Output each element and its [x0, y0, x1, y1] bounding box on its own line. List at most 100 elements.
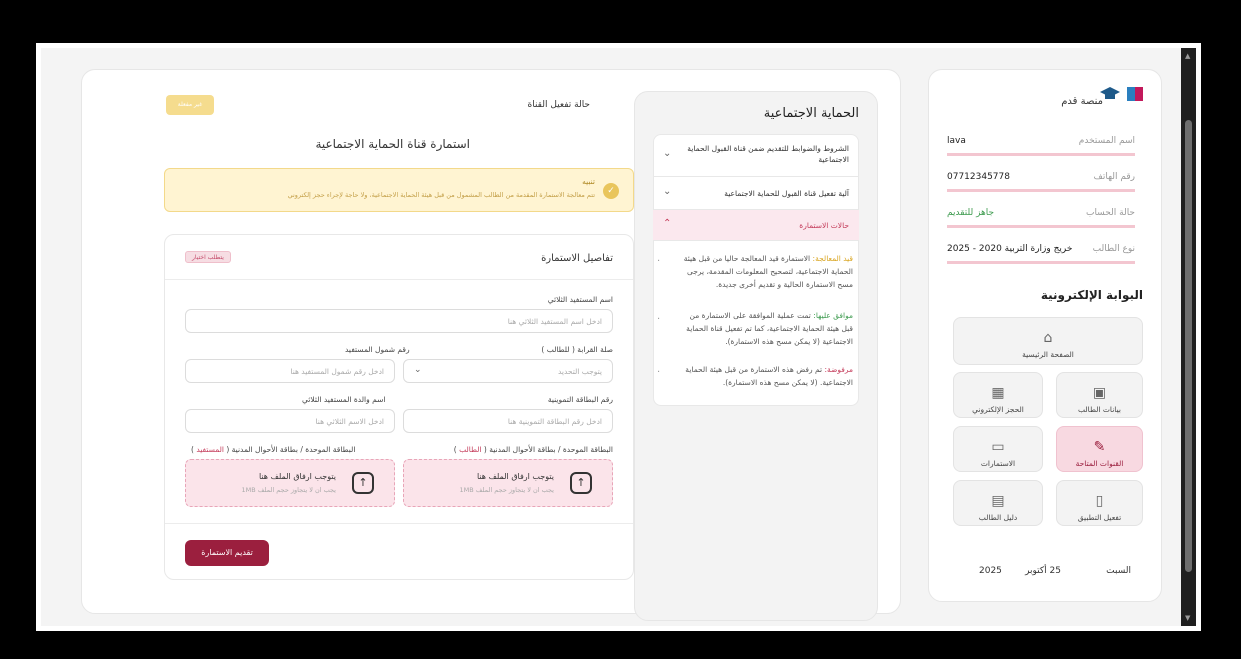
- tile-e-booking[interactable]: ▦ الحجز الإلكتروني: [953, 372, 1043, 418]
- sidebar: منصة قدم اسم المستخدم lava رقم الهاتف 07…: [928, 69, 1162, 602]
- book-icon: [1127, 87, 1143, 101]
- logo-text: منصة قدم: [1061, 96, 1103, 107]
- forms-icon: ▭: [991, 439, 1005, 455]
- chevron-down-icon: ⌄: [663, 186, 672, 197]
- upload-icon: ↑: [570, 472, 592, 494]
- status-desc-approved: موافق عليها: تمت عملية الموافقة على الاس…: [686, 311, 853, 346]
- scroll-down-icon[interactable]: ▼: [1185, 614, 1190, 622]
- bullet: ·: [657, 367, 661, 378]
- bullet: ·: [657, 256, 661, 267]
- details-title: تفاصيل الاستمارة: [541, 253, 613, 264]
- warning-message: تتم معالجة الاستمارة المقدمة من الطالب ا…: [287, 191, 595, 199]
- tile-label: بيانات الطالب: [1078, 405, 1121, 414]
- upload-subtitle: يجب ان لا يتجاوز حجم الملف 1MB: [241, 486, 336, 494]
- placeholder: ادخل اسم المستفيد الثلاثي هنا: [507, 317, 602, 326]
- divider: [165, 279, 633, 280]
- warning-alert: ✓ تنبيه تتم معالجة الاستمارة المقدمة من …: [164, 168, 634, 212]
- tile-activate-app[interactable]: ▯ تفعيل التطبيق: [1056, 480, 1143, 526]
- tile-channels[interactable]: ✎ القنوات المتاحة: [1056, 426, 1143, 472]
- phone-icon: ▯: [1095, 493, 1104, 509]
- upload-subtitle: يجب ان لا يتجاوز حجم الملف 1MB: [459, 486, 554, 494]
- form-details: تفاصيل الاستمارة يتطلب اختيار اسم المستف…: [164, 234, 634, 580]
- accordion-label: الشروط والضوابط للتقديم ضمن قناة القبول …: [687, 144, 849, 164]
- mother-name-input[interactable]: ادخل الاسم الثلاثي هنا: [185, 409, 395, 433]
- tile-label: الصفحة الرئيسية: [1022, 350, 1074, 359]
- placeholder: ادخل رقم شمول المستفيد هنا: [290, 367, 384, 376]
- student-icon: ▣: [1092, 385, 1107, 401]
- check-circle-icon: ✓: [603, 183, 619, 199]
- form-title: استمارة قناة الحماية الاجتماعية: [315, 137, 470, 151]
- info-value: جاهز للتقديم: [947, 208, 995, 218]
- info-label: حالة الحساب: [1085, 208, 1135, 218]
- app-screen: منصة قدم اسم المستخدم lava رقم الهاتف 07…: [41, 48, 1181, 626]
- status-desc-rejected: مرفوضة: تم رفض هذه الاستمارة من قبل هيئة…: [685, 365, 853, 387]
- ration-card-input[interactable]: ادخل رقم البطاقة التموينية هنا: [403, 409, 613, 433]
- date-year: 2025: [979, 566, 1002, 576]
- choose-badge: يتطلب اختيار: [185, 251, 231, 263]
- placeholder: ادخل الاسم الثلاثي هنا: [315, 417, 384, 426]
- tile-label: القنوات المتاحة: [1075, 459, 1124, 468]
- calendar-icon: ▦: [991, 385, 1005, 401]
- accordion-item-conditions[interactable]: ⌄ الشروط والضوابط للتقديم ضمن قناة القبو…: [653, 134, 859, 177]
- scroll-up-icon[interactable]: ▲: [1185, 52, 1190, 60]
- tile-home[interactable]: ⌂ الصفحة الرئيسية: [953, 317, 1143, 365]
- accordion-item-statuses[interactable]: ⌃ حالات الاستمارة: [653, 210, 859, 241]
- upload-title: يتوجب ارفاق الملف هنا: [476, 472, 554, 481]
- status-badge: غير مفعلة: [166, 95, 214, 115]
- panel-title: الحماية الاجتماعية: [763, 106, 859, 121]
- document-edit-icon: ✎: [1093, 439, 1106, 455]
- tile-label: الحجز الإلكتروني: [972, 405, 1024, 414]
- date-date: 25 أكتوبر: [1025, 566, 1061, 576]
- chevron-down-icon: ⌄: [663, 148, 672, 159]
- info-student-type: نوع الطالب خريج وزارة التربية 2020 - 202…: [947, 238, 1135, 264]
- upload-beneficiary-id[interactable]: ↑ يتوجب ارفاق الملف هنا يجب ان لا يتجاوز…: [185, 459, 395, 507]
- tile-forms[interactable]: ▭ الاستمارات: [953, 426, 1043, 472]
- warning-title: تنبيه: [582, 177, 595, 186]
- coverage-number-input[interactable]: ادخل رقم شمول المستفيد هنا: [185, 359, 395, 383]
- status-title: حالة تفعيل القناة: [527, 100, 591, 110]
- upload-title: يتوجب ارفاق الملف هنا: [258, 472, 336, 481]
- portal-title: البوابة الإلكترونية: [1040, 288, 1143, 302]
- bullet: ·: [657, 314, 661, 325]
- tile-student-data[interactable]: ▣ بيانات الطالب: [1056, 372, 1143, 418]
- info-phone: رقم الهاتف 07712345778: [947, 166, 1135, 192]
- field-label-id-beneficiary: البطاقة الموحدة / بطاقة الأحوال المدنية …: [191, 445, 356, 454]
- info-label: رقم الهاتف: [1093, 172, 1135, 182]
- submit-form-button[interactable]: تقديم الاستمارة: [185, 540, 269, 566]
- upload-student-id[interactable]: ↑ يتوجب ارفاق الملف هنا يجب ان لا يتجاوز…: [403, 459, 613, 507]
- scrollbar[interactable]: ▲ ▼: [1181, 48, 1196, 626]
- chevron-down-icon: ⌄: [414, 365, 422, 375]
- field-label: رقم البطاقة التموينية: [547, 395, 613, 404]
- accordion-label: حالات الاستمارة: [799, 221, 849, 230]
- guide-book-icon: ▤: [991, 493, 1005, 509]
- date-day: السبت: [1106, 566, 1131, 576]
- divider: [165, 523, 633, 524]
- tile-label: تفعيل التطبيق: [1077, 513, 1122, 522]
- tile-label: دليل الطالب: [978, 513, 1018, 522]
- field-label: اسم والدة المستفيد الثلاثي: [302, 395, 386, 404]
- field-label-id-student: البطاقة الموحدة / بطاقة الأحوال المدنية …: [453, 445, 613, 454]
- info-value: lava: [947, 136, 966, 146]
- info-label: نوع الطالب: [1092, 244, 1135, 254]
- relation-select[interactable]: يتوجب التحديد ⌄: [403, 359, 613, 383]
- placeholder: ادخل رقم البطاقة التموينية هنا: [507, 417, 602, 426]
- status-desc-pending: قيد المعالجة: الاستمارة قيد المعالجة حال…: [683, 254, 853, 289]
- upload-icon: ↑: [352, 472, 374, 494]
- browser-frame: منصة قدم اسم المستخدم lava رقم الهاتف 07…: [36, 43, 1201, 631]
- accordion-item-mechanism[interactable]: ⌄ آلية تفعيل قناة القبول للحماية الاجتما…: [653, 177, 859, 210]
- tile-label: الاستمارات: [980, 459, 1016, 468]
- home-icon: ⌂: [1043, 330, 1053, 346]
- info-label: اسم المستخدم: [1078, 136, 1135, 146]
- info-account-status: حالة الحساب جاهز للتقديم: [947, 202, 1135, 228]
- beneficiary-name-input[interactable]: ادخل اسم المستفيد الثلاثي هنا: [185, 309, 613, 333]
- info-username: اسم المستخدم lava: [947, 130, 1135, 156]
- scrollbar-thumb[interactable]: [1185, 120, 1192, 572]
- placeholder: يتوجب التحديد: [557, 367, 602, 376]
- tile-student-guide[interactable]: ▤ دليل الطالب: [953, 480, 1043, 526]
- field-label: اسم المستفيد الثلاثي: [547, 295, 613, 304]
- accordion-label: آلية تفعيل قناة القبول للحماية الاجتماعي…: [724, 189, 849, 198]
- logo[interactable]: [1099, 84, 1145, 104]
- info-value: خريج وزارة التربية 2020 - 2025: [947, 244, 1073, 254]
- chevron-up-icon: ⌃: [663, 218, 672, 229]
- info-value: 07712345778: [947, 172, 1010, 182]
